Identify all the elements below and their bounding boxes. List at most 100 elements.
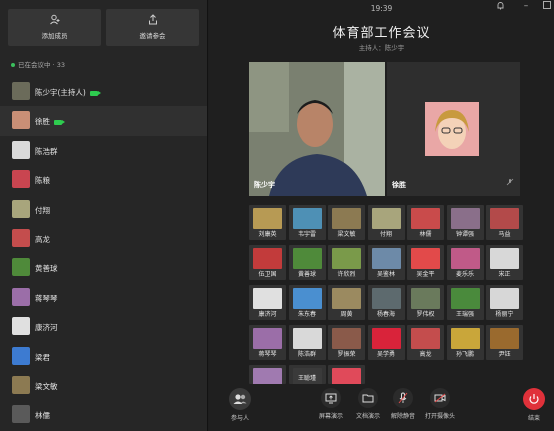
grid-tile[interactable]: 梁文敏 <box>328 205 365 240</box>
grid-avatar <box>253 208 282 229</box>
participant-avatar <box>12 258 30 277</box>
grid-tile[interactable]: 高龙 <box>407 325 444 360</box>
grid-avatar <box>332 368 361 384</box>
participant-name-wrap: 徐胜 <box>35 116 65 127</box>
grid-avatar <box>371 248 401 269</box>
participants-button[interactable]: 参与人 <box>226 388 254 422</box>
participant-row[interactable]: 陈少宇(主持人) <box>0 77 207 106</box>
grid-tile[interactable]: 付翔 <box>367 205 405 240</box>
participant-row[interactable]: 陈浩群 <box>0 136 207 165</box>
participant-row[interactable]: 高龙 <box>0 224 207 253</box>
participant-avatar <box>12 111 30 130</box>
main-video[interactable]: 陈少宇 <box>249 62 385 196</box>
participant-row[interactable]: 林儒 <box>0 400 207 429</box>
grid-tile[interactable]: 黄善球 <box>288 245 326 280</box>
grid-tile[interactable]: 罗伟权 <box>407 285 444 320</box>
muted-mic-icon <box>506 171 514 190</box>
add-member-label: 添加成员 <box>41 32 68 40</box>
grid-tile[interactable]: 钟谭强 <box>446 205 484 240</box>
participant-avatar <box>12 375 30 394</box>
grid-tile[interactable]: 许欣烈 <box>328 245 365 280</box>
grid-tile[interactable]: 孙飞鹏 <box>446 325 484 360</box>
speaker-video-frame <box>249 62 385 196</box>
grid-tile[interactable] <box>328 365 365 384</box>
grid-tile[interactable]: 马益 <box>486 205 523 240</box>
unmute-button[interactable]: 解除静音 <box>387 388 419 420</box>
grid-name: 韦宇雷 <box>297 231 316 238</box>
grid-tile[interactable]: 周黄 <box>328 285 365 320</box>
grid-tile[interactable]: 朱东春 <box>288 285 326 320</box>
grid-name: 蒋琴琴 <box>258 351 277 358</box>
grid-tile[interactable]: 吴金平 <box>407 245 444 280</box>
grid-tile[interactable]: 王瑞强 <box>446 285 484 320</box>
second-video[interactable]: 徐胜 <box>387 62 520 196</box>
participant-name: 黄善球 <box>35 264 58 274</box>
grid-avatar <box>253 248 282 269</box>
grid-name: 林儒 <box>419 231 432 238</box>
grid-tile[interactable]: 吴鉴林 <box>367 245 405 280</box>
participant-name-wrap: 陈浩群 <box>35 146 58 157</box>
grid-tile[interactable]: 罗振荣 <box>328 325 365 360</box>
second-speaker-name: 徐胜 <box>392 181 406 189</box>
participant-name-wrap: 林儒 <box>35 410 50 421</box>
participant-row[interactable]: 徐胜 <box>0 106 207 136</box>
participant-name: 梁君 <box>35 352 50 362</box>
online-dot-icon <box>11 63 15 67</box>
grid-avatar <box>371 328 401 349</box>
end-meeting-button[interactable]: 结束 <box>522 388 546 422</box>
participant-row[interactable]: 黄善球 <box>0 253 207 282</box>
grid-avatar <box>450 248 480 269</box>
maximize-icon[interactable] <box>542 1 552 12</box>
participant-name-wrap: 高龙 <box>35 234 50 245</box>
grid-avatar <box>292 288 322 309</box>
participant-name-wrap: 梁君 <box>35 352 50 363</box>
participant-row[interactable]: 付翔 <box>0 195 207 224</box>
grid-tile[interactable]: 杨丽宁 <box>486 285 523 320</box>
grid-avatar <box>332 288 361 309</box>
participant-row[interactable]: 康济河 <box>0 312 207 341</box>
participant-name-wrap: 康济河 <box>35 322 58 333</box>
grid-name: 付翔 <box>379 231 392 238</box>
participant-name: 康济河 <box>35 323 58 333</box>
grid-tile[interactable]: 伍卫国 <box>249 245 286 280</box>
grid-tile[interactable]: 杨春海 <box>367 285 405 320</box>
grid-name: 马益 <box>498 231 511 238</box>
grid-tile[interactable]: 宋正 <box>486 245 523 280</box>
minimize-icon[interactable]: – <box>521 1 531 11</box>
participant-row[interactable]: 梁文敏 <box>0 371 207 400</box>
grid-avatar <box>292 208 322 229</box>
grid-tile[interactable]: 刘康英 <box>249 205 286 240</box>
grid-name: 杨春海 <box>376 311 395 318</box>
add-member-button[interactable]: 添加成员 <box>8 9 101 46</box>
grid-tile[interactable]: 林儒 <box>407 205 444 240</box>
invite-button[interactable]: 邀请参会 <box>106 9 199 46</box>
screen-share-button[interactable]: 屏幕演示 <box>315 388 347 420</box>
grid-avatar <box>490 208 519 229</box>
doc-share-button[interactable]: 文档演示 <box>352 388 384 420</box>
doc-share-label: 文档演示 <box>355 413 380 420</box>
grid-tile[interactable]: 尹钰 <box>486 325 523 360</box>
grid-tile[interactable]: 韦宇雷 <box>288 205 326 240</box>
participant-avatar <box>12 82 30 100</box>
participant-row[interactable]: 蒋琴琴 <box>0 283 207 312</box>
camera-button[interactable]: 打开摄像头 <box>421 388 459 420</box>
participant-name: 高龙 <box>35 234 50 244</box>
grid-tile[interactable] <box>249 365 286 384</box>
grid-avatar <box>332 328 361 349</box>
participant-row[interactable]: 梁君 <box>0 342 207 371</box>
participant-row[interactable]: 陈粮 <box>0 165 207 194</box>
grid-tile[interactable]: 吴学勇 <box>367 325 405 360</box>
participant-name-wrap: 蒋琴琴 <box>35 293 58 304</box>
meeting-status: 已在会议中 · 33 <box>11 59 65 69</box>
grid-tile[interactable]: 康济河 <box>249 285 286 320</box>
grid-name: 孙飞鹏 <box>455 351 474 358</box>
grid-tile[interactable]: 蒋琴琴 <box>249 325 286 360</box>
grid-avatar <box>411 248 440 269</box>
grid-tile[interactable]: 麦乐乐 <box>446 245 484 280</box>
grid-tile[interactable]: 陈浩群 <box>288 325 326 360</box>
power-icon <box>523 388 545 410</box>
grid-name: 王聪瑾 <box>297 375 316 382</box>
participant-name: 林儒 <box>35 411 50 421</box>
grid-tile[interactable]: 王聪瑾 <box>288 365 326 384</box>
bell-icon[interactable] <box>495 1 505 13</box>
